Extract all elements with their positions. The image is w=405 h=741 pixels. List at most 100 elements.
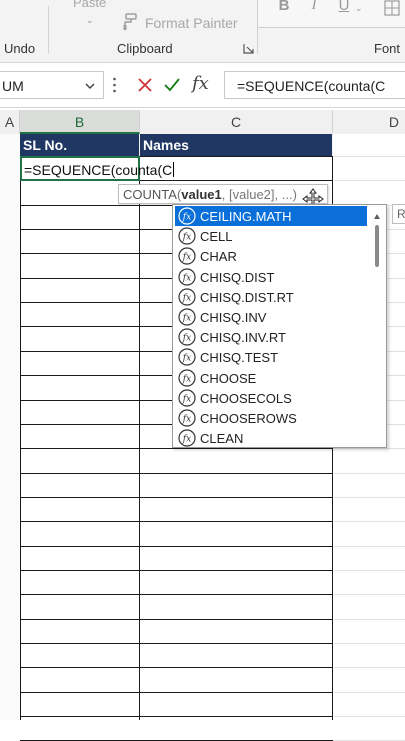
function-autocomplete-list[interactable]: fx CEILING.MATH fx CELL fx CHAR fx CHISQ.DIST fx… xyxy=(172,204,387,448)
name-box-value: UM xyxy=(2,78,24,94)
clipboard-group-label: Clipboard xyxy=(117,41,173,56)
row-gridline xyxy=(333,546,405,547)
function-icon: fx xyxy=(178,389,196,407)
function-icon: fx xyxy=(178,247,196,265)
enter-check-icon[interactable] xyxy=(163,77,181,93)
font-group-label: Font xyxy=(374,41,401,56)
autocomplete-item-label: CEILING.MATH xyxy=(200,209,292,224)
row-gridline xyxy=(333,180,405,181)
tooltip-current-arg[interactable]: value1 xyxy=(181,187,221,202)
function-icon: fx xyxy=(178,429,196,447)
svg-text:fx: fx xyxy=(182,374,191,384)
active-cell-formula: =SEQUENCE(counta(C xyxy=(24,162,173,178)
autocomplete-item[interactable]: fx CHISQ.DIST.RT xyxy=(175,287,367,307)
row-gridline xyxy=(333,594,405,595)
autocomplete-item[interactable]: fx CLEAN xyxy=(175,428,367,448)
bold-button[interactable]: B xyxy=(274,0,294,14)
row-gridline xyxy=(333,521,405,522)
dialog-launcher-icon[interactable] xyxy=(243,43,254,54)
active-cell-text: =SEQUENCE(counta(C xyxy=(24,162,175,178)
italic-button[interactable]: I xyxy=(304,0,324,14)
formula-input[interactable]: =SEQUENCE(counta(C xyxy=(224,71,405,99)
tooltip-function-name[interactable]: COUNTA xyxy=(123,187,177,202)
more-options-icon[interactable] xyxy=(113,77,116,93)
column-header-row: A B C D xyxy=(0,110,405,135)
underline-button[interactable]: U xyxy=(334,0,354,14)
autocomplete-item[interactable]: fx CHOOSE xyxy=(175,368,367,388)
name-box[interactable]: UM xyxy=(0,71,104,99)
autocomplete-item[interactable]: fx CHISQ.DIST xyxy=(175,267,367,287)
tooltip-rest-args: , [value2], ...) xyxy=(221,187,297,202)
header-cell-names[interactable]: Names xyxy=(140,134,333,156)
autocomplete-item[interactable]: fx CHISQ.INV.RT xyxy=(175,327,367,347)
row-gridline xyxy=(20,643,333,644)
autocomplete-item-label: CHISQ.INV.RT xyxy=(200,330,286,346)
row-gridline xyxy=(20,521,333,522)
row-gridline xyxy=(20,667,333,668)
row-gridline xyxy=(20,570,333,571)
row-gridline xyxy=(20,692,333,693)
column-header-d-label: D xyxy=(388,114,399,130)
row-gridline xyxy=(333,716,405,717)
insert-function-button[interactable]: fx xyxy=(192,73,209,94)
text-caret xyxy=(173,162,175,177)
format-painter-button[interactable]: Format Painter xyxy=(145,15,238,31)
function-icon: fx xyxy=(178,368,196,387)
svg-text:fx: fx xyxy=(182,233,191,243)
svg-text:fx: fx xyxy=(182,435,191,445)
column-header-d[interactable]: D xyxy=(333,110,405,134)
autocomplete-item[interactable]: fx CHOOSEROWS xyxy=(175,408,367,428)
scroll-up-arrow-icon[interactable] xyxy=(374,211,380,221)
row-gridline xyxy=(20,497,333,498)
autocomplete-item[interactable]: fx CELL xyxy=(175,226,367,246)
autocomplete-item-label: CELL xyxy=(200,229,233,245)
autocomplete-item-label: CHAR xyxy=(200,249,237,265)
autocomplete-item[interactable]: fx CEILING.MATH xyxy=(175,206,367,226)
function-icon: fx xyxy=(178,288,196,306)
column-header-b[interactable]: B xyxy=(20,110,140,134)
autocomplete-item[interactable]: fx CHISQ.INV xyxy=(175,307,367,327)
svg-text:fx: fx xyxy=(182,273,191,283)
function-argument-tooltip[interactable]: COUNTA(value1, [value2], ...) xyxy=(118,184,328,204)
function-icon: fx xyxy=(178,308,196,326)
row-gridline xyxy=(333,570,405,571)
cancel-icon[interactable] xyxy=(137,77,153,93)
svg-text:fx: fx xyxy=(182,253,191,263)
row-gridline xyxy=(333,692,405,693)
row-gridline xyxy=(20,716,333,717)
column-header-c[interactable]: C xyxy=(140,110,333,134)
svg-text:fx: fx xyxy=(182,394,191,404)
svg-text:fx: fx xyxy=(182,213,191,223)
autocomplete-item[interactable]: fx CHISQ.TEST xyxy=(175,347,367,367)
chevron-down-icon[interactable] xyxy=(85,82,95,90)
autocomplete-item-label: CHOOSE xyxy=(200,370,257,386)
column-gridline xyxy=(139,156,140,720)
paste-dropdown-chevron-icon[interactable]: ⌄ xyxy=(86,15,94,26)
svg-text:fx: fx xyxy=(182,354,191,364)
ribbon: Paste ⌄ Format Painter Undo Clipboard B … xyxy=(0,0,405,63)
row-gridline xyxy=(20,546,333,547)
function-icon: fx xyxy=(178,409,196,427)
borders-icon[interactable] xyxy=(384,0,400,16)
row-gridline xyxy=(333,473,405,474)
autocomplete-item-label: CLEAN xyxy=(200,431,244,447)
autocomplete-item-label: CHISQ.DIST.RT xyxy=(200,289,294,305)
function-icon: fx xyxy=(178,227,196,245)
function-icon: fx xyxy=(178,267,196,286)
svg-text:fx: fx xyxy=(182,293,191,303)
autocomplete-item-label: CHISQ.TEST xyxy=(200,350,279,366)
paste-button-label[interactable]: Paste xyxy=(73,0,106,10)
row-gridline xyxy=(333,497,405,498)
autocomplete-scrollbar-thumb[interactable] xyxy=(375,225,379,267)
ribbon-separator xyxy=(48,6,49,54)
undo-group-label: Undo xyxy=(4,41,36,56)
function-icon: fx xyxy=(178,328,196,346)
column-header-a[interactable]: A xyxy=(0,110,20,134)
active-cell[interactable]: =SEQUENCE(counta(C xyxy=(20,156,175,181)
autocomplete-item[interactable]: fx CHAR xyxy=(175,246,367,266)
header-cell-sl-no[interactable]: SL No. xyxy=(20,134,140,156)
underline-dropdown-chevron-icon[interactable]: ⌄ xyxy=(355,3,363,14)
svg-text:fx: fx xyxy=(182,415,191,425)
format-painter-icon[interactable] xyxy=(121,13,137,31)
autocomplete-item[interactable]: fx CHOOSECOLS xyxy=(175,388,367,408)
